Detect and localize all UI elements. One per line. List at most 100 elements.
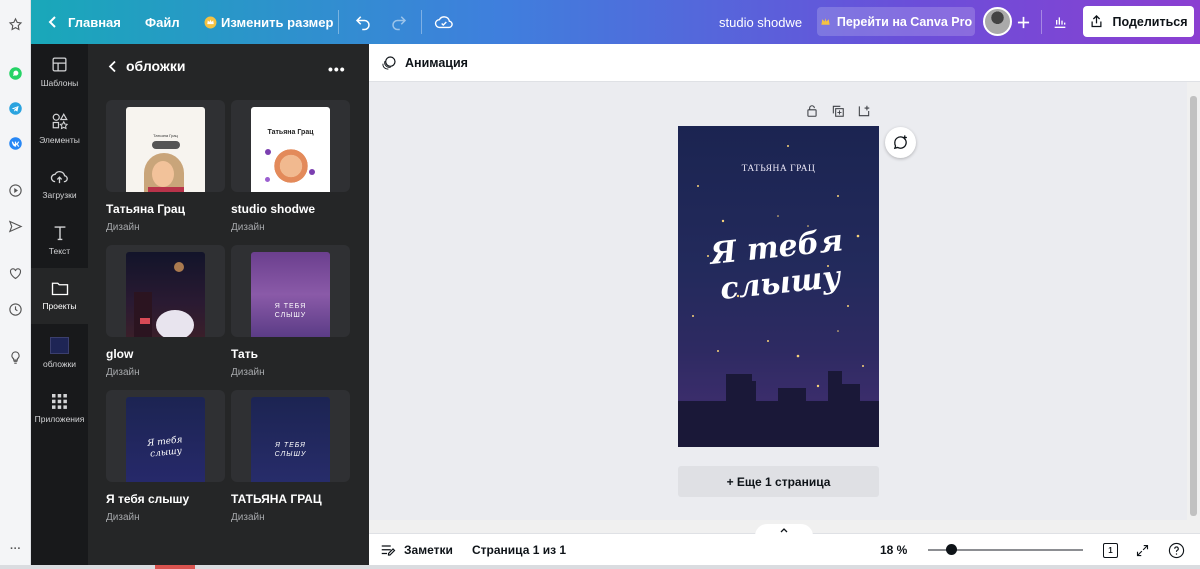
- fullscreen-button[interactable]: [1135, 534, 1150, 566]
- design-card[interactable]: Я ТЕБЯ СЛЫШУ Тать Дизайн: [231, 245, 350, 378]
- rail-item-projects[interactable]: Проекты: [31, 268, 88, 324]
- design-card[interactable]: Татьяна Грац Татьяна Грац Дизайн: [106, 100, 225, 233]
- telegram-icon[interactable]: [7, 100, 24, 117]
- notes-icon: [381, 544, 396, 556]
- design-type: Дизайн: [106, 367, 140, 378]
- rail-item-covers[interactable]: обложки: [31, 325, 88, 381]
- design-type: Дизайн: [231, 222, 265, 233]
- duplicate-page-icon[interactable]: [831, 104, 845, 118]
- share-label: Поделиться: [1112, 14, 1188, 29]
- design-card[interactable]: glow Дизайн: [106, 245, 225, 378]
- design-thumbnail[interactable]: Я ТЕБЯ СЛЫШУ: [231, 390, 350, 482]
- add-comment-button[interactable]: [885, 127, 916, 158]
- design-type: Дизайн: [231, 512, 265, 523]
- expand-icon: [1136, 544, 1149, 556]
- design-type: Дизайн: [106, 512, 140, 523]
- share-button[interactable]: Поделиться: [1083, 6, 1194, 37]
- panel-back-button[interactable]: обложки: [108, 58, 185, 74]
- design-thumbnail[interactable]: Татьяна Грац: [231, 100, 350, 192]
- page-indicator[interactable]: Страница 1 из 1: [472, 534, 566, 566]
- add-page-button[interactable]: + Еще 1 страница: [678, 466, 879, 497]
- bottom-bar: Заметки Страница 1 из 1 18 % 1: [369, 524, 1200, 566]
- star-icon[interactable]: [7, 16, 24, 33]
- resize-label: Изменить размер: [221, 14, 334, 30]
- rail-item-apps[interactable]: Приложения: [31, 381, 88, 437]
- projects-panel: обложки ••• Татьяна Грац Татьяна Грац Ди…: [88, 44, 369, 565]
- animation-button[interactable]: Анимация: [381, 55, 468, 71]
- resize-button[interactable]: Изменить размер: [204, 0, 333, 44]
- home-link[interactable]: Главная: [48, 0, 121, 44]
- notes-label: Заметки: [404, 543, 453, 557]
- chevron-up-icon: [780, 528, 788, 533]
- chevron-left-icon: [108, 60, 116, 72]
- more-icon[interactable]: ···: [7, 540, 24, 557]
- pages-icon: 1: [1103, 542, 1118, 558]
- lightbulb-icon[interactable]: [7, 349, 24, 366]
- text-icon: [54, 226, 65, 241]
- help-icon: [1168, 542, 1185, 558]
- design-page[interactable]: ТАТЬЯНА ГРАЦ Я тебя слышу: [678, 126, 879, 447]
- file-label: Файл: [145, 14, 180, 30]
- design-title: studio shodwe: [231, 202, 315, 216]
- rail-label: Текст: [48, 246, 71, 256]
- rail-label: Проекты: [42, 301, 77, 311]
- folder-icon: [51, 282, 68, 296]
- more-options-icon[interactable]: •••: [328, 61, 346, 77]
- file-menu[interactable]: Файл: [145, 0, 180, 44]
- page-count-badge: 1: [1108, 545, 1113, 555]
- undo-icon: [355, 16, 370, 31]
- animation-icon: [382, 55, 396, 69]
- design-card[interactable]: Татьяна Грац studio shodwe Дизайн: [231, 100, 350, 233]
- rail-item-uploads[interactable]: Загрузки: [31, 156, 88, 212]
- rail-label: Шаблоны: [40, 78, 79, 88]
- undo-button[interactable]: [354, 0, 372, 44]
- whatsapp-icon[interactable]: [7, 65, 24, 82]
- design-title: Я тебя слышу: [106, 492, 190, 506]
- chevron-left-icon: [48, 16, 56, 28]
- cloud-upload-icon: [50, 171, 68, 184]
- design-card[interactable]: Я ТЕБЯ СЛЫШУ ТАТЬЯНА ГРАЦ Дизайн: [231, 390, 350, 523]
- page-author-text[interactable]: ТАТЬЯНА ГРАЦ: [678, 164, 879, 174]
- design-thumbnail[interactable]: Я тебя слышу: [106, 390, 225, 482]
- heart-icon[interactable]: [7, 265, 24, 282]
- design-type: Дизайн: [231, 367, 265, 378]
- insights-button[interactable]: [1052, 0, 1068, 44]
- window-bottom-strip: [0, 565, 1200, 569]
- add-page-icon[interactable]: [857, 104, 871, 118]
- redo-button[interactable]: [390, 0, 408, 44]
- zoom-value[interactable]: 18 %: [880, 534, 907, 566]
- rail-item-text[interactable]: Текст: [31, 212, 88, 268]
- design-name[interactable]: studio shodwe: [719, 0, 802, 44]
- rail-item-templates[interactable]: Шаблоны: [31, 44, 88, 100]
- vk-icon[interactable]: [7, 135, 24, 152]
- save-status-button[interactable]: [434, 0, 454, 44]
- design-title: glow: [106, 347, 134, 361]
- design-card[interactable]: Я тебя слышу Я тебя слышу Дизайн: [106, 390, 225, 523]
- avatar[interactable]: [983, 7, 1012, 36]
- expand-pages-button[interactable]: [755, 524, 813, 536]
- send-icon[interactable]: [7, 218, 24, 235]
- design-thumbnail[interactable]: Татьяна Грац: [106, 100, 225, 192]
- upgrade-pro-button[interactable]: Перейти на Canva Pro: [817, 7, 975, 36]
- help-button[interactable]: [1168, 534, 1185, 566]
- lock-icon[interactable]: [805, 104, 819, 118]
- page-grid-button[interactable]: 1: [1103, 534, 1118, 566]
- zoom-slider-thumb[interactable]: [945, 544, 957, 555]
- notes-button[interactable]: Заметки: [381, 534, 453, 566]
- design-name-label: studio shodwe: [719, 14, 803, 30]
- separator: [1041, 10, 1042, 34]
- rail-item-elements[interactable]: Элементы: [31, 100, 88, 156]
- bar-chart-icon: [1054, 17, 1066, 28]
- design-thumbnail[interactable]: Я ТЕБЯ СЛЫШУ: [231, 245, 350, 337]
- thumb-text: Я ТЕБЯ СЛЫШУ: [274, 442, 307, 458]
- thumb-text: Татьяна Грац: [153, 133, 178, 138]
- play-circle-icon[interactable]: [7, 182, 24, 199]
- editor-canvas-area: Анимация ТАТЬЯНА ГРАЦ Я тебя слышу + Еще…: [369, 44, 1200, 565]
- scrollbar-thumb[interactable]: [1190, 96, 1197, 516]
- vertical-scrollbar[interactable]: [1187, 82, 1200, 534]
- add-collaborator-button[interactable]: [1017, 0, 1030, 44]
- clock-icon[interactable]: [7, 301, 24, 318]
- browser-sidebar: ···: [0, 0, 31, 569]
- comment-add-icon: [893, 135, 907, 150]
- design-thumbnail[interactable]: [106, 245, 225, 337]
